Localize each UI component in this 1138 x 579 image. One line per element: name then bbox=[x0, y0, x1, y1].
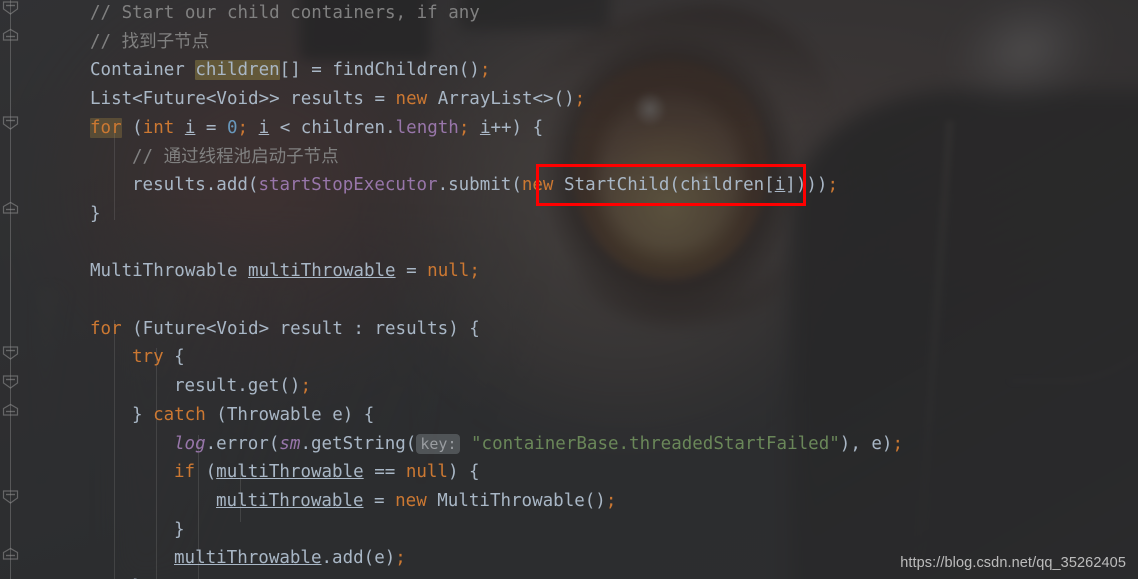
code-token: for bbox=[90, 318, 122, 339]
code-token: } bbox=[174, 519, 185, 540]
code-token: for bbox=[90, 117, 122, 138]
code-line[interactable]: } bbox=[90, 200, 101, 229]
code-token: new bbox=[521, 175, 554, 196]
code-token: = bbox=[395, 261, 428, 282]
code-token: ; bbox=[827, 175, 838, 196]
code-token: ; bbox=[458, 117, 470, 138]
code-line[interactable]: result.get(); bbox=[174, 372, 311, 401]
code-token: sm bbox=[279, 433, 301, 454]
code-line[interactable]: MultiThrowable multiThrowable = null; bbox=[90, 257, 480, 286]
code-token: i bbox=[774, 175, 786, 196]
code-token: ArrayList<>() bbox=[427, 89, 575, 110]
code-token: int bbox=[142, 117, 175, 138]
code-token: ; bbox=[605, 490, 617, 511]
code-token: .getString( bbox=[300, 433, 417, 454]
code-token: (Future<Void> result : results) { bbox=[121, 318, 480, 339]
code-line[interactable]: // 找到子节点 bbox=[90, 28, 209, 57]
code-token: // 找到子节点 bbox=[90, 31, 210, 52]
code-token: i bbox=[258, 117, 270, 138]
watermark-url: https://blog.csdn.net/qq_35262405 bbox=[900, 555, 1126, 571]
code-token: multiThrowable bbox=[174, 548, 322, 569]
code-token: null bbox=[405, 462, 448, 483]
code-token: ; bbox=[574, 89, 586, 110]
code-token: multiThrowable bbox=[216, 462, 364, 483]
code-token: .add(e) bbox=[321, 548, 396, 569]
code-line[interactable]: multiThrowable.add(e); bbox=[174, 544, 406, 573]
code-token: = bbox=[195, 117, 227, 138]
code-token: ( bbox=[121, 117, 143, 138]
code-token: log bbox=[174, 433, 206, 454]
code-token: MultiThrowable bbox=[90, 261, 249, 282]
code-token: if bbox=[174, 462, 196, 483]
code-token: MultiThrowable() bbox=[426, 490, 606, 511]
code-token: multiThrowable bbox=[248, 261, 396, 282]
code-token: catch bbox=[153, 404, 206, 425]
code-token: children bbox=[195, 60, 280, 81]
code-line[interactable]: try { bbox=[132, 343, 185, 372]
code-line[interactable]: List<Future<Void>> results = new ArrayLi… bbox=[90, 85, 585, 114]
code-line[interactable]: for (int i = 0; i < children.length; i++… bbox=[90, 114, 543, 143]
code-line[interactable]: // 通过线程池启动子节点 bbox=[132, 143, 339, 172]
code-token: result.get() bbox=[174, 376, 301, 397]
code-token: } bbox=[90, 203, 101, 224]
code-token: .submit( bbox=[437, 175, 522, 196]
code-token: length bbox=[395, 117, 459, 138]
code-token: // Start our child containers, if any bbox=[90, 3, 480, 23]
code-token: Container bbox=[90, 60, 196, 81]
code-token: new bbox=[395, 89, 428, 110]
code-token: (Throwable e) { bbox=[205, 404, 375, 425]
code-token: "containerBase.threadedStartFailed" bbox=[460, 433, 840, 454]
code-token: ++) { bbox=[490, 117, 544, 138]
code-token: new bbox=[395, 490, 427, 511]
code-line[interactable]: if (multiThrowable == null) { bbox=[174, 458, 480, 487]
code-token: ; bbox=[892, 433, 904, 454]
code-token: startStopExecutor bbox=[258, 175, 438, 196]
code-text-area[interactable]: // Start our child containers, if any // … bbox=[0, 0, 1138, 579]
code-token: ; bbox=[237, 117, 249, 138]
code-token: .error( bbox=[205, 433, 280, 454]
parameter-name-hint: key: bbox=[416, 433, 461, 454]
code-token: List<Future<Void>> results = bbox=[90, 89, 396, 110]
code-token: try bbox=[132, 347, 164, 368]
code-token: i bbox=[479, 117, 491, 138]
code-token: // 通过线程池启动子节点 bbox=[132, 146, 339, 167]
code-line[interactable]: log.error(sm.getString(key: "containerBa… bbox=[174, 430, 903, 459]
code-token: } bbox=[132, 404, 154, 425]
code-line[interactable]: Container children[] = findChildren(); bbox=[90, 56, 490, 85]
code-token: [] = findChildren() bbox=[279, 60, 480, 81]
code-line[interactable]: for (Future<Void> result : results) { bbox=[90, 315, 480, 344]
code-token: ; bbox=[479, 60, 491, 81]
code-line[interactable]: } bbox=[132, 573, 143, 579]
code-token: = bbox=[363, 490, 396, 511]
code-line[interactable]: // Start our child containers, if any bbox=[90, 0, 480, 28]
code-token: ; bbox=[300, 376, 311, 397]
ide-editor-screenshot: // Start our child containers, if any // … bbox=[0, 0, 1138, 579]
code-token: results.add( bbox=[132, 175, 259, 196]
code-token: ]))) bbox=[785, 175, 828, 196]
code-token: == bbox=[363, 462, 406, 483]
code-token: { bbox=[163, 347, 185, 368]
code-line[interactable]: multiThrowable = new MultiThrowable(); bbox=[216, 487, 616, 516]
code-token: i bbox=[184, 117, 196, 138]
code-token: < children. bbox=[269, 117, 396, 138]
code-token: ( bbox=[195, 462, 217, 483]
code-token: null bbox=[427, 261, 470, 282]
code-line[interactable]: } bbox=[174, 516, 185, 545]
code-line[interactable]: } catch (Throwable e) { bbox=[132, 401, 374, 430]
code-token: ) { bbox=[447, 462, 480, 483]
code-line[interactable]: results.add(startStopExecutor.submit(new… bbox=[132, 171, 838, 200]
code-token: ; bbox=[469, 261, 480, 282]
code-token: ; bbox=[395, 548, 406, 569]
code-token: StartChild(children[ bbox=[553, 175, 775, 196]
code-token: 0 bbox=[227, 117, 238, 138]
code-token: ), e) bbox=[839, 433, 893, 454]
code-token: multiThrowable bbox=[216, 490, 364, 511]
